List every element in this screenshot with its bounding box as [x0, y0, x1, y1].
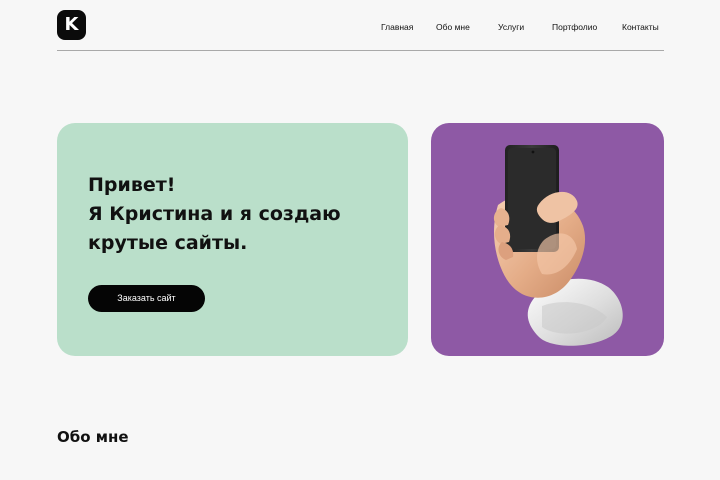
nav-item-portfolio[interactable]: Портфолио [552, 22, 597, 32]
hero-image-card [431, 123, 664, 356]
hero-title: Привет! Я Кристина и я создаю крутые сай… [88, 171, 341, 258]
hero-title-line: крутые сайты. [88, 232, 248, 254]
nav-item-home[interactable]: Главная [381, 22, 413, 32]
hero-title-line: Я Кристина и я создаю [88, 203, 341, 225]
about-section-title: Обо мне [57, 428, 129, 446]
hero-title-line: Привет! [88, 174, 176, 196]
nav-item-about[interactable]: Обо мне [436, 22, 470, 32]
order-site-button[interactable]: Заказать сайт [88, 285, 205, 312]
phone-camera [531, 150, 535, 154]
site-logo[interactable]: K [57, 10, 86, 40]
site-header: K Главная Обо мне Услуги Портфолио Конта… [57, 10, 664, 51]
nav-item-services[interactable]: Услуги [498, 22, 524, 32]
nav-item-contacts[interactable]: Контакты [622, 22, 659, 32]
hand-holding-phone-icon [493, 145, 623, 346]
hero-card: Привет! Я Кристина и я создаю крутые сай… [57, 123, 408, 356]
